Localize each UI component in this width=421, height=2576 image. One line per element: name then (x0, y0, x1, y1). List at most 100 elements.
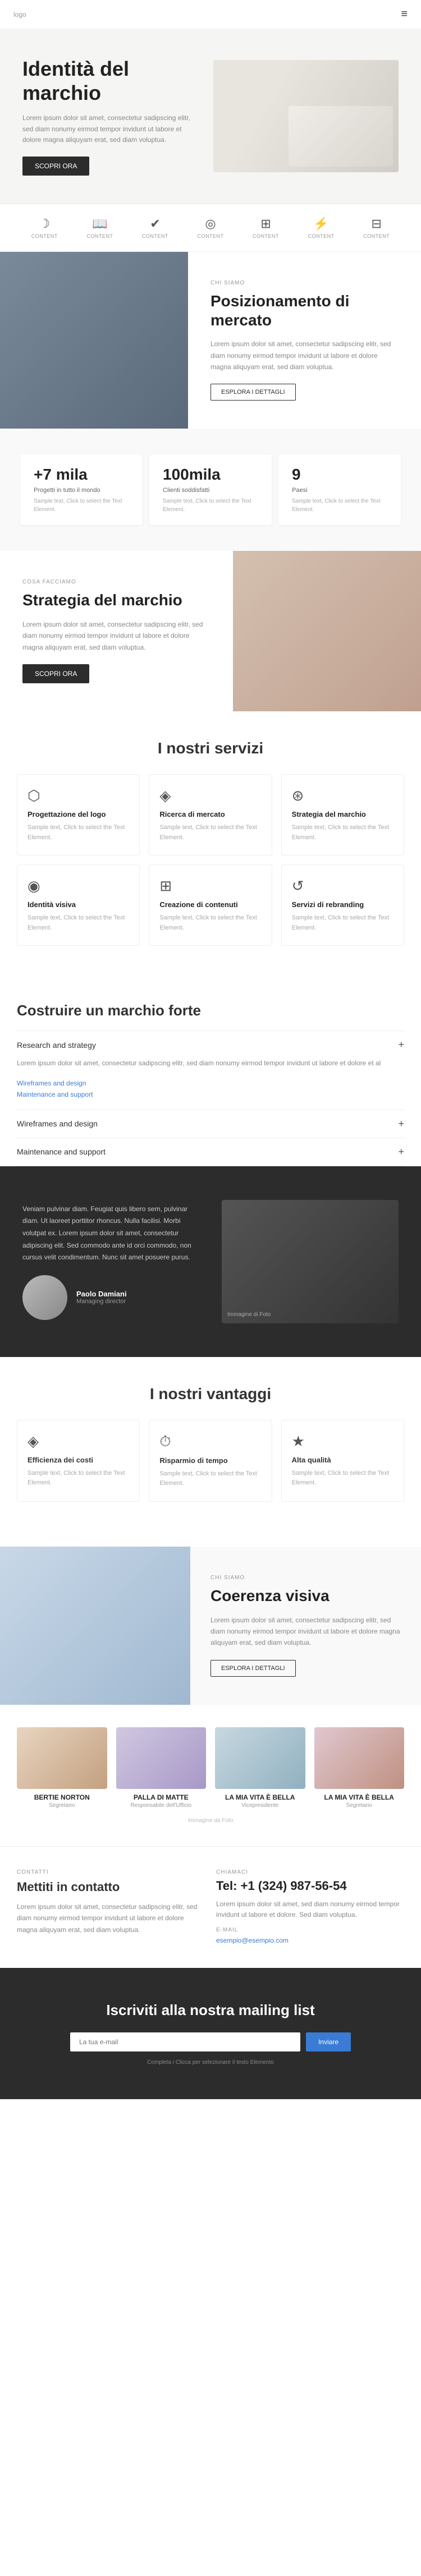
chi-siamo-image (0, 252, 188, 429)
content-icon-2: ✔ (150, 217, 160, 231)
coerenza-content: CHI SIAMO Coerenza visiva Lorem ipsum do… (190, 1547, 421, 1705)
accordion-title-2: Maintenance and support (17, 1147, 106, 1156)
coerenza-text: Lorem ipsum dolor sit amet, consectetur … (210, 1614, 401, 1649)
servizio-card-1: ◈ Ricerca di mercato Sample text, Click … (149, 774, 272, 855)
stat-number-0: +7 mila (34, 466, 129, 484)
icon-item-5[interactable]: ⚡ CONTENT (308, 217, 335, 239)
servizio-icon-5: ↺ (292, 877, 393, 895)
contatto-right: CHIAMACI Tel: +1 (324) 987-56-54 Lorem i… (216, 1869, 404, 1945)
vantaggi-section: I nostri vantaggi ◈ Efficienza dei costi… (0, 1357, 421, 1547)
coerenza-image (0, 1547, 190, 1705)
team-role-3: Segretario (314, 1802, 405, 1809)
vantaggio-card-1: ⏱ Risparmio di tempo Sample text, Click … (149, 1420, 272, 1502)
servizio-desc-0: Sample text, Click to select the Text El… (28, 823, 129, 843)
vantaggio-icon-1: ⏱ (159, 1433, 261, 1451)
testimonial-image-note: Immagine di Foto (227, 1312, 271, 1318)
content-icon-6: ⊟ (371, 217, 381, 231)
icon-item-4[interactable]: ⊞ CONTENT (253, 217, 279, 239)
email-label: E-MAIL (216, 1927, 404, 1933)
servizio-card-3: ◉ Identità visiva Sample text, Click to … (17, 864, 140, 946)
accordion-closed-icon-2: + (398, 1146, 404, 1158)
chi-siamo-button[interactable]: ESPLORA I DETTAGLI (210, 384, 296, 401)
servizi-grid: ⬡ Progettazione del logo Sample text, Cl… (17, 774, 404, 946)
icon-item-0[interactable]: ☽ CONTENT (31, 217, 58, 239)
team-name-2: LA MIA VITA È BELLA (215, 1793, 305, 1801)
team-role-0: Segretario (17, 1802, 107, 1809)
strategia-label: COSA FACCIAMO (22, 579, 210, 585)
vantaggio-icon-0: ◈ (28, 1433, 129, 1450)
servizio-icon-4: ⊞ (159, 877, 261, 895)
accordion-item-2[interactable]: Maintenance and support + (17, 1138, 404, 1166)
servizio-card-2: ⊛ Strategia del marchio Sample text, Cli… (281, 774, 404, 855)
menu-icon[interactable]: ≡ (401, 8, 408, 21)
strategia-content: COSA FACCIAMO Strategia del marchio Lore… (0, 551, 233, 711)
newsletter-footer: Completa i Clicca per selezionare il tes… (22, 2059, 399, 2066)
strategia-image (233, 551, 421, 711)
strategia-section: COSA FACCIAMO Strategia del marchio Lore… (0, 551, 421, 711)
hero-cta-button[interactable]: SCOPRI ORA (22, 157, 89, 176)
hero-content: Identità del marchio Lorem ipsum dolor s… (22, 57, 196, 176)
content-icon-0: ☽ (39, 217, 50, 231)
stat-item-2: 9 Paesi Sample text, Click to select the… (278, 454, 401, 525)
strategia-text: Lorem ipsum dolor sit amet, consectetur … (22, 619, 210, 653)
servizio-name-0: Progettazione del logo (28, 810, 129, 818)
accordion-item-1[interactable]: Wireframes and design + (17, 1110, 404, 1138)
icon-item-2[interactable]: ✔ CONTENT (142, 217, 168, 239)
vantaggio-icon-2: ★ (292, 1433, 393, 1450)
navbar: logo ≡ (0, 0, 421, 29)
strategia-button[interactable]: SCOPRI ORA (22, 664, 89, 683)
stat-item-1: 100mila Clienti soddisfatti Sample text,… (149, 454, 272, 525)
accordion-toggle-0[interactable]: Research and strategy + (17, 1039, 404, 1051)
icon-label-0: CONTENT (31, 233, 58, 239)
team-avatar-0 (17, 1727, 107, 1789)
icon-label-2: CONTENT (142, 233, 168, 239)
accordion-link-wireframes[interactable]: Wireframes and design (17, 1079, 404, 1087)
stats-section: +7 mila Progetti in tutto il mondo Sampl… (0, 429, 421, 551)
vantaggio-desc-2: Sample text, Click to select the Text El… (292, 1469, 393, 1488)
accordion-link-maintenance[interactable]: Maintenance and support (17, 1091, 404, 1098)
coerenza-section: CHI SIAMO Coerenza visiva Lorem ipsum do… (0, 1547, 421, 1705)
accordion-title-0: Research and strategy (17, 1041, 96, 1050)
servizio-desc-1: Sample text, Click to select the Text El… (159, 823, 261, 843)
vantaggi-grid: ◈ Efficienza dei costi Sample text, Clic… (17, 1420, 404, 1502)
icon-item-1[interactable]: 📖 CONTENT (86, 217, 113, 239)
servizio-name-1: Ricerca di mercato (159, 810, 261, 818)
team-section: BERTIE NORTON Segretario PALLA DI MATTE … (0, 1705, 421, 1846)
servizio-card-4: ⊞ Creazione di contenuti Sample text, Cl… (149, 864, 272, 946)
testimonial-content: Veniam pulvinar diam. Feugiat quis liber… (22, 1203, 199, 1320)
contatto-left: CONTATTI Mettiti in contatto Lorem ipsum… (17, 1869, 205, 1945)
servizio-icon-2: ⊛ (292, 787, 393, 804)
chi-siamo-content: CHI SIAMO Posizionamento di mercato Lore… (188, 252, 421, 429)
coerenza-button[interactable]: ESPLORA I DETTAGLI (210, 1660, 296, 1677)
servizi-title: I nostri servizi (17, 739, 404, 757)
chi-siamo-text: Lorem ipsum dolor sit amet, consectetur … (210, 338, 399, 372)
servizio-name-5: Servizi di rebranding (292, 900, 393, 909)
newsletter-submit-button[interactable]: Inviare (306, 2032, 351, 2051)
team-role-2: Vicepresidente (215, 1802, 305, 1809)
stat-desc-1: Sample text, Click to select the Text El… (163, 497, 258, 514)
chi-siamo-section: CHI SIAMO Posizionamento di mercato Lore… (0, 252, 421, 429)
stat-label-2: Paesi (292, 487, 387, 494)
hero-text: Lorem ipsum dolor sit amet, consectetur … (22, 113, 196, 145)
servizi-section: I nostri servizi ⬡ Progettazione del log… (0, 711, 421, 974)
coerenza-label: CHI SIAMO (210, 1575, 401, 1581)
servizio-name-3: Identità visiva (28, 900, 129, 909)
team-grid: BERTIE NORTON Segretario PALLA DI MATTE … (17, 1727, 404, 1809)
newsletter-section: Iscriviti alla nostra mailing list Invia… (0, 1968, 421, 2099)
accordion-content-0: Lorem ipsum dolor sit amet, consectetur … (17, 1051, 404, 1075)
icons-bar: ☽ CONTENT 📖 CONTENT ✔ CONTENT ◎ CONTENT … (0, 204, 421, 252)
vantaggio-desc-0: Sample text, Click to select the Text El… (28, 1469, 129, 1488)
icon-item-3[interactable]: ◎ CONTENT (197, 217, 223, 239)
vantaggio-name-1: Risparmio di tempo (159, 1456, 261, 1465)
servizio-desc-4: Sample text, Click to select the Text El… (159, 913, 261, 933)
servizio-name-2: Strategia del marchio (292, 810, 393, 818)
icon-label-6: CONTENT (363, 233, 390, 239)
accordion-title-1: Wireframes and design (17, 1119, 98, 1128)
icon-label-5: CONTENT (308, 233, 335, 239)
newsletter-email-input[interactable] (70, 2032, 300, 2051)
team-role-1: Responsabile dell'Ufficio (116, 1802, 207, 1809)
content-icon-4: ⊞ (260, 217, 271, 231)
servizio-card-5: ↺ Servizi di rebranding Sample text, Cli… (281, 864, 404, 946)
icon-item-6[interactable]: ⊟ CONTENT (363, 217, 390, 239)
testimonial-section: Veniam pulvinar diam. Feugiat quis liber… (0, 1166, 421, 1357)
